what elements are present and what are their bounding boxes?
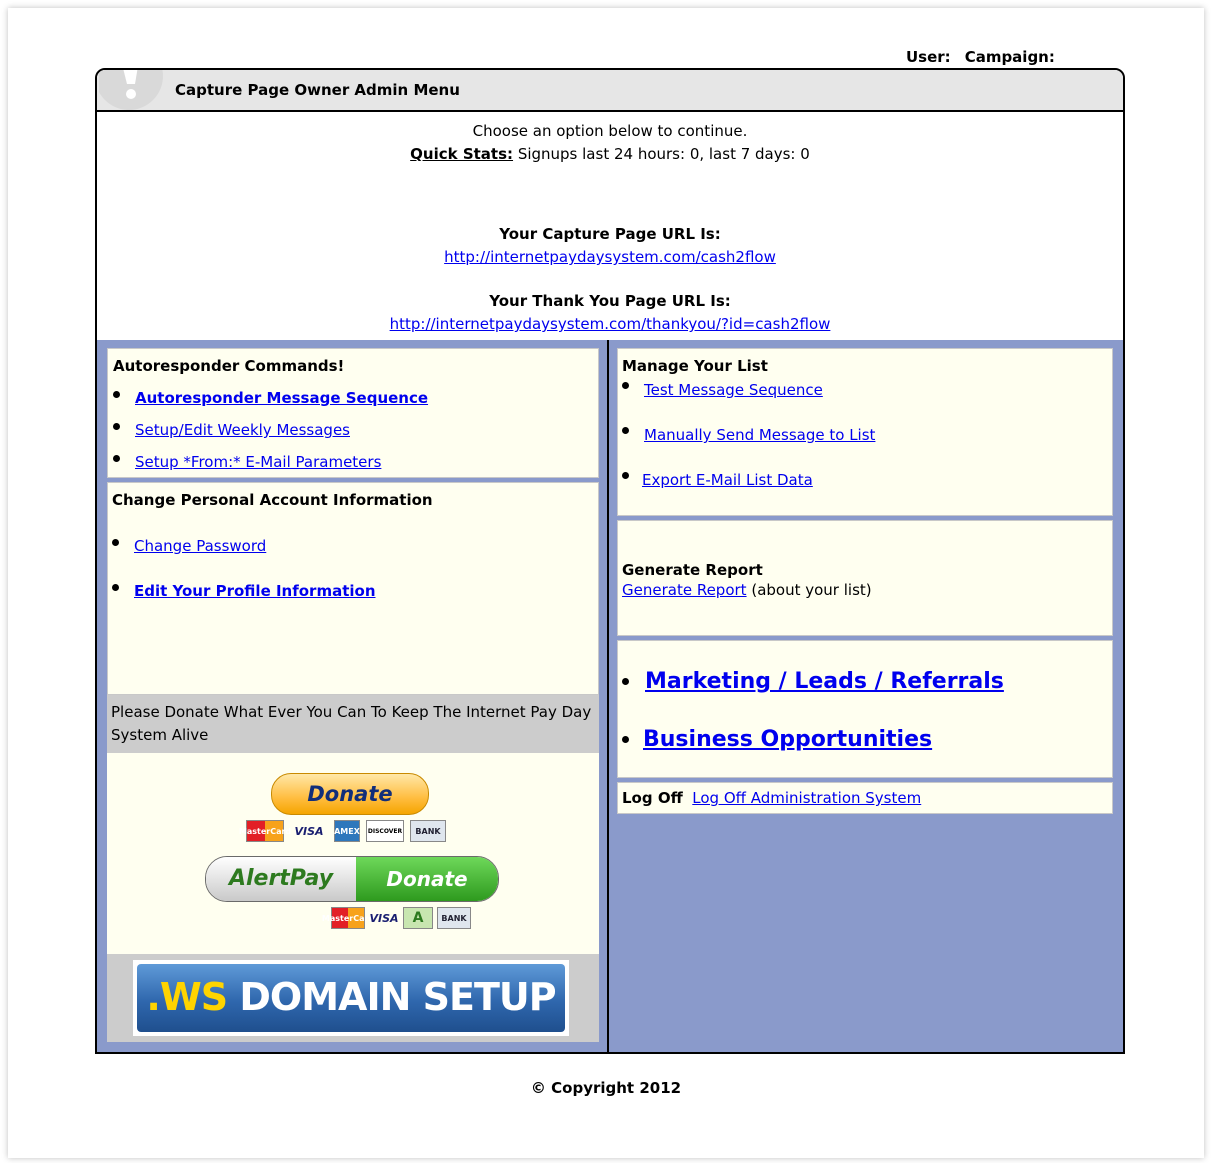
list-item: Business Opportunities — [622, 727, 932, 752]
quick-stats-text: Signups last 24 hours: 0, last 7 days: 0 — [517, 145, 810, 163]
account-panel: Change Personal Account Information Chan… — [107, 482, 599, 695]
test-message-sequence-link[interactable]: Test Message Sequence — [644, 381, 823, 399]
donate-message: Please Donate What Ever You Can To Keep … — [107, 695, 599, 753]
mastercard-icon: MasterCard — [239, 820, 291, 842]
options-area: Autoresponder Commands! Autoresponder Me… — [97, 340, 1123, 1052]
logoff-label: Log Off — [622, 789, 683, 807]
donate-panel: Donate MasterCard VISA AMEX DISCOVER BAN… — [107, 753, 599, 959]
bullet-icon — [622, 382, 629, 389]
paypal-donate-button[interactable]: Donate — [271, 773, 429, 815]
ws-domain-setup-banner[interactable]: .WS DOMAIN SETUP — [133, 960, 569, 1036]
list-item: Test Message Sequence — [622, 381, 823, 399]
ws-banner-prefix: .WS — [146, 975, 228, 1019]
bullet-icon — [113, 391, 120, 398]
list-item: Setup/Edit Weekly Messages — [113, 421, 350, 439]
quick-stats-label: Quick Stats: — [410, 145, 514, 163]
paypal-cards: MasterCard VISA AMEX DISCOVER BANK — [239, 820, 446, 842]
from-email-params-link[interactable]: Setup *From:* E-Mail Parameters — [135, 453, 381, 471]
bullet-icon — [622, 472, 629, 479]
list-item: Autoresponder Message Sequence — [113, 389, 428, 407]
visa-icon: VISA — [369, 911, 399, 925]
bullet-icon — [622, 427, 629, 434]
marketing-leads-link[interactable]: Marketing / Leads / Referrals — [645, 669, 1004, 694]
alertpay-donate-label: Donate — [356, 857, 498, 901]
autoresponder-heading: Autoresponder Commands! — [113, 357, 345, 375]
report-line: Generate Report (about your list) — [622, 581, 1108, 599]
edit-profile-link[interactable]: Edit Your Profile Information — [134, 582, 376, 600]
generate-report-link[interactable]: Generate Report — [622, 581, 747, 599]
autoresponder-sequence-link[interactable]: Autoresponder Message Sequence — [135, 389, 428, 407]
discover-icon: DISCOVER — [366, 820, 404, 842]
report-suffix: (about your list) — [751, 581, 872, 599]
page-title: Capture Page Owner Admin Menu — [175, 81, 460, 99]
thankyou-url-link[interactable]: http://internetpaydaysystem.com/thankyou… — [390, 315, 831, 333]
business-opportunities-link[interactable]: Business Opportunities — [643, 727, 932, 752]
bank-icon: BANK — [410, 820, 446, 842]
manual-send-link[interactable]: Manually Send Message to List — [644, 426, 875, 444]
copyright: © Copyright 2012 — [530, 1079, 682, 1097]
ws-banner-wrap: .WS DOMAIN SETUP — [107, 954, 599, 1042]
account-heading: Change Personal Account Information — [112, 491, 433, 509]
autoresponder-panel: Autoresponder Commands! Autoresponder Me… — [107, 348, 599, 478]
bullet-icon — [622, 678, 629, 685]
bank-icon: BANK — [437, 907, 471, 929]
user-campaign-line: User: Campaign: — [906, 48, 1055, 66]
bullet-icon — [113, 423, 120, 430]
alertpay-brand: AlertPay — [206, 857, 356, 901]
list-item: Edit Your Profile Information — [112, 582, 376, 600]
right-column: Manage Your List Test Message Sequence M… — [609, 340, 1123, 1052]
logo-icon — [99, 70, 163, 110]
amex-icon: AMEX — [334, 820, 360, 842]
links-panel: Marketing / Leads / Referrals Business O… — [617, 640, 1113, 778]
ws-banner-text: DOMAIN SETUP — [239, 975, 556, 1019]
report-panel: Generate Report Generate Report (about y… — [617, 520, 1113, 636]
change-password-link[interactable]: Change Password — [134, 537, 266, 555]
bullet-icon — [112, 584, 119, 591]
choose-text: Choose an option below to continue. — [472, 122, 748, 140]
title-bar: Capture Page Owner Admin Menu — [97, 70, 1123, 112]
user-label: User: — [906, 48, 951, 66]
capture-url-label: Your Capture Page URL Is: — [499, 225, 721, 243]
intro-section: Choose an option below to continue. Quic… — [97, 112, 1123, 342]
alertpay-logo-icon: A — [403, 907, 433, 929]
quick-stats: Quick Stats: Signups last 24 hours: 0, l… — [97, 145, 1123, 163]
report-heading: Generate Report — [622, 561, 763, 579]
alertpay-cards: MasterCard VISA A BANK — [322, 907, 471, 929]
export-list-link[interactable]: Export E-Mail List Data — [642, 471, 813, 489]
logoff-link[interactable]: Log Off Administration System — [692, 789, 921, 807]
logoff-panel: Log Off Log Off Administration System — [617, 782, 1113, 814]
bullet-icon — [112, 539, 119, 546]
alertpay-donate-button[interactable]: AlertPay Donate — [205, 856, 499, 902]
list-item: Change Password — [112, 537, 266, 555]
weekly-messages-link[interactable]: Setup/Edit Weekly Messages — [135, 421, 350, 439]
left-column: Autoresponder Commands! Autoresponder Me… — [97, 340, 609, 1052]
manage-list-heading: Manage Your List — [622, 357, 768, 375]
list-item: Setup *From:* E-Mail Parameters — [113, 453, 381, 471]
capture-url-link[interactable]: http://internetpaydaysystem.com/cash2flo… — [444, 248, 776, 266]
admin-menu-box: Capture Page Owner Admin Menu Choose an … — [95, 68, 1125, 1054]
list-item: Marketing / Leads / Referrals — [622, 669, 1004, 694]
ws-banner-inner: .WS DOMAIN SETUP — [137, 964, 565, 1032]
bullet-icon — [113, 455, 120, 462]
visa-icon: VISA — [294, 824, 324, 838]
thankyou-url-label: Your Thank You Page URL Is: — [489, 292, 731, 310]
list-item: Export E-Mail List Data — [622, 471, 813, 489]
campaign-label: Campaign: — [964, 48, 1055, 66]
list-item: Manually Send Message to List — [622, 426, 875, 444]
bullet-icon — [622, 736, 629, 743]
mastercard-icon: MasterCard — [322, 907, 374, 929]
manage-list-panel: Manage Your List Test Message Sequence M… — [617, 348, 1113, 516]
